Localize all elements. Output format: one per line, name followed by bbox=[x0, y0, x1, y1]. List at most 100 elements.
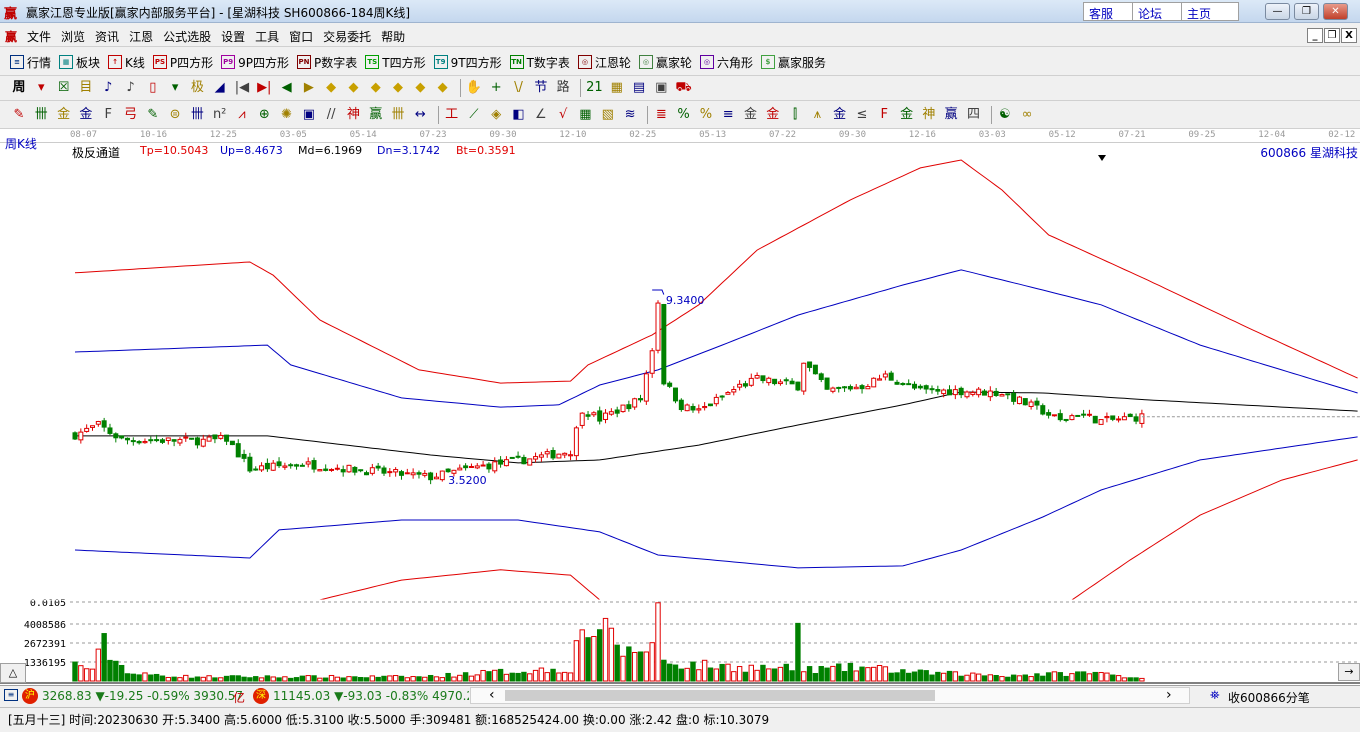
tool-icon[interactable]: ☒ bbox=[55, 79, 73, 97]
tool-icon[interactable]: ⛟ bbox=[675, 79, 693, 97]
tool-icon[interactable]: ⊜ bbox=[166, 106, 184, 124]
toolbar-button[interactable]: T9 9T四方形 bbox=[433, 54, 502, 71]
toolbar-button[interactable]: ▦ 板块 bbox=[59, 54, 100, 71]
menu-item[interactable]: 设置 bbox=[216, 24, 250, 45]
period-selector[interactable]: 周 bbox=[10, 79, 28, 97]
toolbar-button[interactable]: ◎ 江恩轮 bbox=[577, 54, 631, 71]
menu-item[interactable]: 浏览 bbox=[56, 24, 90, 45]
mdi-minimize-button[interactable]: _ bbox=[1307, 28, 1323, 43]
tool-icon[interactable]: ⩚ bbox=[808, 106, 826, 124]
tool-icon[interactable]: 弓 bbox=[121, 106, 139, 124]
tool-icon[interactable]: 金 bbox=[898, 106, 916, 124]
minimize-button[interactable]: — bbox=[1265, 3, 1290, 20]
tool-icon[interactable]: 卌 bbox=[188, 106, 206, 124]
toolbar-button[interactable]: ◎ 六角形 bbox=[699, 54, 753, 71]
tool-icon[interactable]: ✋ bbox=[465, 79, 483, 97]
tool-icon[interactable]: ◆ bbox=[344, 79, 362, 97]
tool-icon[interactable]: ⊕ bbox=[255, 106, 273, 124]
tool-icon[interactable]: 赢 bbox=[367, 106, 385, 124]
toolbar-button[interactable]: ◎ 赢家轮 bbox=[638, 54, 692, 71]
mdi-restore-button[interactable]: ❐ bbox=[1324, 28, 1340, 43]
tool-icon[interactable]: ◆ bbox=[322, 79, 340, 97]
tool-icon[interactable]: ⫿ bbox=[786, 106, 804, 124]
tool-icon[interactable]: 金 bbox=[55, 106, 73, 124]
tool-icon[interactable]: ⩘ bbox=[233, 106, 251, 124]
mdi-close-button[interactable]: X bbox=[1341, 28, 1357, 43]
tool-icon[interactable]: ◆ bbox=[367, 79, 385, 97]
tool-icon[interactable]: ◆ bbox=[389, 79, 407, 97]
tool-icon[interactable]: ◢ bbox=[211, 79, 229, 97]
tool-icon[interactable]: ✎ bbox=[144, 106, 162, 124]
scroll-right-button[interactable]: → bbox=[1338, 663, 1360, 681]
expand-panel-button[interactable]: △ bbox=[0, 663, 26, 683]
tool-icon[interactable]: ▤ bbox=[630, 79, 648, 97]
tool-icon[interactable]: 神 bbox=[920, 106, 938, 124]
homepage-link[interactable]: 主页 bbox=[1181, 2, 1239, 21]
scroll-left-arrow[interactable]: ‹ bbox=[489, 687, 495, 703]
tool-icon[interactable]: // bbox=[322, 106, 340, 124]
tool-icon[interactable]: ⟋ bbox=[465, 106, 483, 124]
tool-icon[interactable]: F bbox=[875, 106, 893, 124]
tool-icon[interactable]: \/ bbox=[510, 79, 528, 97]
quote-table-icon[interactable]: ≡ bbox=[4, 689, 18, 701]
tool-icon[interactable]: ◈ bbox=[487, 106, 505, 124]
tool-icon[interactable]: ▾ bbox=[166, 79, 184, 97]
close-button[interactable]: ✕ bbox=[1323, 3, 1348, 20]
toolbar-button[interactable]: PS P四方形 bbox=[152, 54, 213, 71]
tool-icon[interactable]: 赢 bbox=[942, 106, 960, 124]
tool-icon[interactable]: 路 bbox=[554, 79, 572, 97]
tool-icon[interactable]: ▦ bbox=[608, 79, 626, 97]
tool-icon[interactable]: ▦ bbox=[576, 106, 594, 124]
tool-icon[interactable]: ≣ bbox=[652, 106, 670, 124]
tool-icon[interactable]: ♪ bbox=[121, 79, 139, 97]
tool-icon[interactable]: 金 bbox=[77, 106, 95, 124]
tool-icon[interactable]: ✎ bbox=[10, 106, 28, 124]
toolbar-button[interactable]: PN P数字表 bbox=[297, 54, 357, 71]
tool-icon[interactable]: 极 bbox=[188, 79, 206, 97]
tool-icon[interactable]: F bbox=[99, 106, 117, 124]
toolbar-button[interactable]: ≡ 行情 bbox=[10, 54, 51, 71]
tool-icon[interactable]: ▧ bbox=[599, 106, 617, 124]
toolbar-button[interactable]: TN T数字表 bbox=[509, 54, 570, 71]
tool-icon[interactable]: 四 bbox=[964, 106, 982, 124]
tool-icon[interactable]: ▣ bbox=[300, 106, 318, 124]
tool-icon[interactable]: 金 bbox=[764, 106, 782, 124]
tool-icon[interactable]: % bbox=[675, 106, 693, 124]
tool-icon[interactable]: ▯ bbox=[144, 79, 162, 97]
tool-icon[interactable]: ≋ bbox=[621, 106, 639, 124]
tool-icon[interactable]: 卌 bbox=[389, 106, 407, 124]
tool-icon[interactable]: + bbox=[487, 79, 505, 97]
tool-icon[interactable]: ✺ bbox=[278, 106, 296, 124]
tool-icon[interactable]: ≤ bbox=[853, 106, 871, 124]
menu-item[interactable]: 帮助 bbox=[376, 24, 410, 45]
tool-icon[interactable]: 金 bbox=[831, 106, 849, 124]
tool-icon[interactable]: ☯ bbox=[996, 106, 1014, 124]
menu-item[interactable]: 公式选股 bbox=[158, 24, 216, 45]
menu-item[interactable]: 交易委托 bbox=[318, 24, 376, 45]
toolbar-button[interactable]: $ 赢家服务 bbox=[760, 54, 826, 71]
menu-item[interactable]: 资讯 bbox=[90, 24, 124, 45]
tool-icon[interactable]: ◀ bbox=[278, 79, 296, 97]
tool-icon[interactable]: ∞ bbox=[1018, 106, 1036, 124]
tool-icon[interactable]: 金 bbox=[742, 106, 760, 124]
tool-icon[interactable]: 神 bbox=[344, 106, 362, 124]
chart-area[interactable]: 周K线 极反通道 Tp=10.5043 Up=8.4673 Md=6.1969 … bbox=[0, 137, 1360, 685]
tool-icon[interactable]: ↔ bbox=[411, 106, 429, 124]
tool-icon[interactable]: ♪ bbox=[99, 79, 117, 97]
tool-icon[interactable]: ▾ bbox=[32, 79, 50, 97]
tool-icon[interactable]: ▶ bbox=[300, 79, 318, 97]
tool-icon[interactable]: ▶| bbox=[255, 79, 273, 97]
tool-icon[interactable]: |◀ bbox=[233, 79, 251, 97]
scrollbar-thumb[interactable] bbox=[505, 690, 935, 701]
tool-icon[interactable]: √ bbox=[554, 106, 572, 124]
menu-item[interactable]: 江恩 bbox=[124, 24, 158, 45]
restore-button[interactable]: ❐ bbox=[1294, 3, 1319, 20]
tool-icon[interactable]: 卌 bbox=[32, 106, 50, 124]
toolbar-button[interactable]: P9 9P四方形 bbox=[221, 54, 289, 71]
tick-data-button[interactable]: 收600866分笔 bbox=[1228, 689, 1310, 706]
menu-item[interactable]: 文件 bbox=[22, 24, 56, 45]
toolbar-button[interactable]: TS T四方形 bbox=[365, 54, 426, 71]
tool-icon[interactable]: ≡ bbox=[719, 106, 737, 124]
tool-icon[interactable]: n² bbox=[211, 106, 229, 124]
menu-item[interactable]: 窗口 bbox=[284, 24, 318, 45]
